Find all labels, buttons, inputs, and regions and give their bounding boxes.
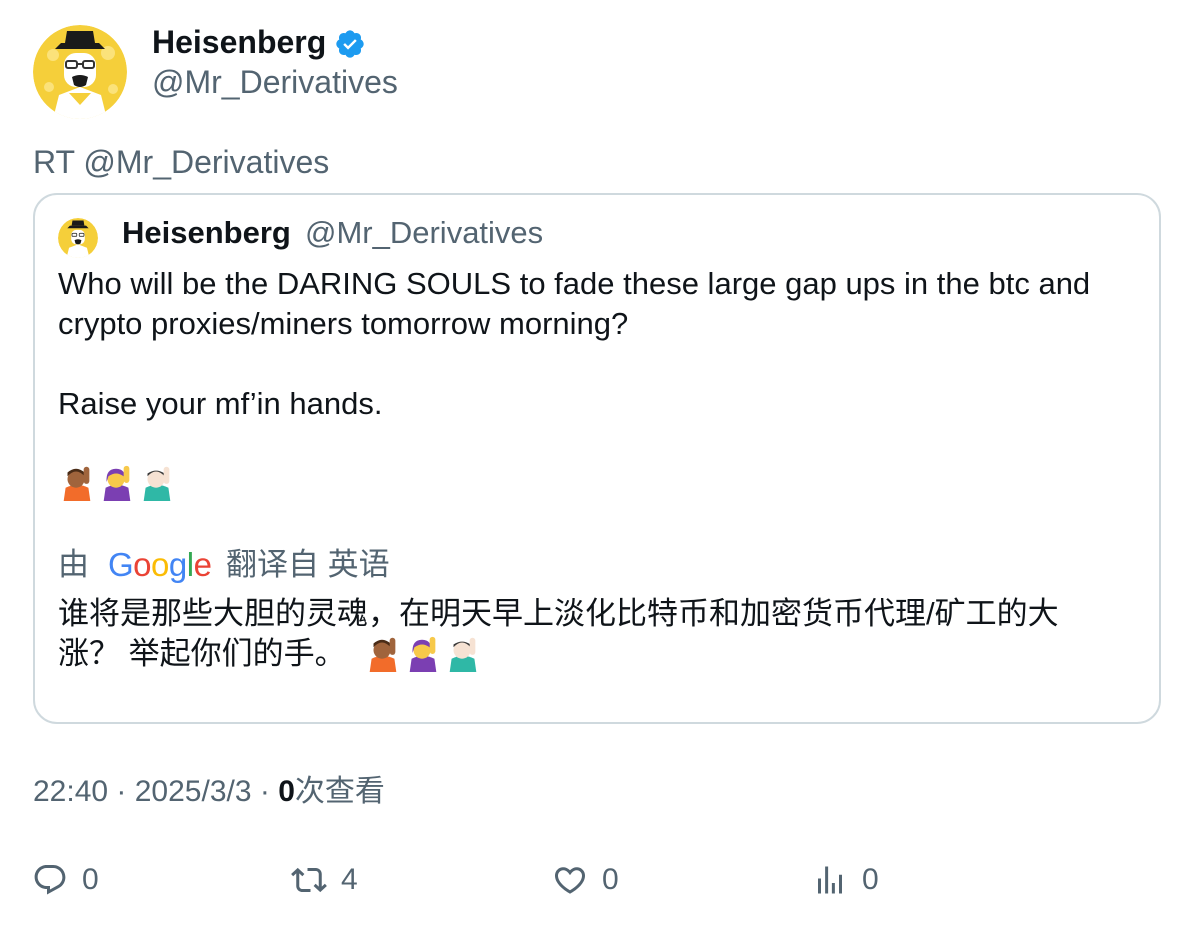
reply-button[interactable]: 0 <box>32 858 99 902</box>
person-raising-hand-emoji-icon <box>63 466 91 501</box>
reply-count: 0 <box>82 863 99 896</box>
quoted-author-handle: @Mr_Derivatives <box>305 215 544 250</box>
views-count: 0 <box>862 863 879 896</box>
meta-separator: · <box>251 775 279 808</box>
retweet-count: 4 <box>341 863 358 896</box>
translate-by-label: 由 <box>58 547 89 582</box>
analytics-icon <box>818 866 842 894</box>
verified-badge-icon <box>334 28 366 60</box>
heisenberg-avatar-image <box>58 218 98 258</box>
views-label: 次查看 <box>294 775 385 808</box>
like-button[interactable]: 0 <box>552 858 619 902</box>
like-count: 0 <box>602 863 619 896</box>
google-logo: Google <box>108 546 212 583</box>
translated-from-label[interactable]: 翻译自 英语 <box>226 545 390 585</box>
views-count: 0 <box>278 775 295 808</box>
man-raising-hand-emoji-icon <box>449 637 477 672</box>
author-avatar[interactable] <box>33 25 127 119</box>
translated-text-line-2: 涨？ 举起你们的手。 <box>58 636 346 671</box>
quoted-text-line-1: Who will be the DARING SOULS to fade the… <box>58 266 1091 301</box>
person-raising-hand-emoji-icon <box>369 637 397 672</box>
heart-icon <box>554 867 586 894</box>
author-name[interactable]: Heisenberg <box>152 22 326 62</box>
quoted-text-line-3: Raise your mf’in hands. <box>58 386 383 421</box>
man-raising-hand-emoji-icon <box>143 466 171 501</box>
retweet-icon <box>291 867 327 893</box>
author-handle[interactable]: @Mr_Derivatives <box>152 62 398 102</box>
raised-hands-emoji-row <box>58 463 176 501</box>
tweet-meta: 22:40 · 2025/3/3 · 0次查看 <box>33 772 385 812</box>
meta-separator: · <box>108 775 135 808</box>
quoted-author-avatar <box>58 218 98 258</box>
heisenberg-avatar-image <box>33 25 127 119</box>
quoted-author-name: Heisenberg <box>122 215 291 250</box>
views-button[interactable]: 0 <box>812 858 879 902</box>
woman-raising-hand-emoji-icon <box>409 636 437 672</box>
tweet-time[interactable]: 22:40 <box>33 775 108 808</box>
retweet-button[interactable]: 4 <box>291 858 358 902</box>
reply-icon <box>34 865 66 895</box>
tweet-date[interactable]: 2025/3/3 <box>135 775 252 808</box>
woman-raising-hand-emoji-icon <box>103 465 131 501</box>
quoted-text-line-2: crypto proxies/miners tomorrow morning? <box>58 306 629 341</box>
retweet-label: RT @Mr_Derivatives <box>33 144 330 180</box>
translated-text-line-1: 谁将是那些大胆的灵魂，在明天早上淡化比特币和加密货币代理/矿工的大 <box>58 596 1059 631</box>
